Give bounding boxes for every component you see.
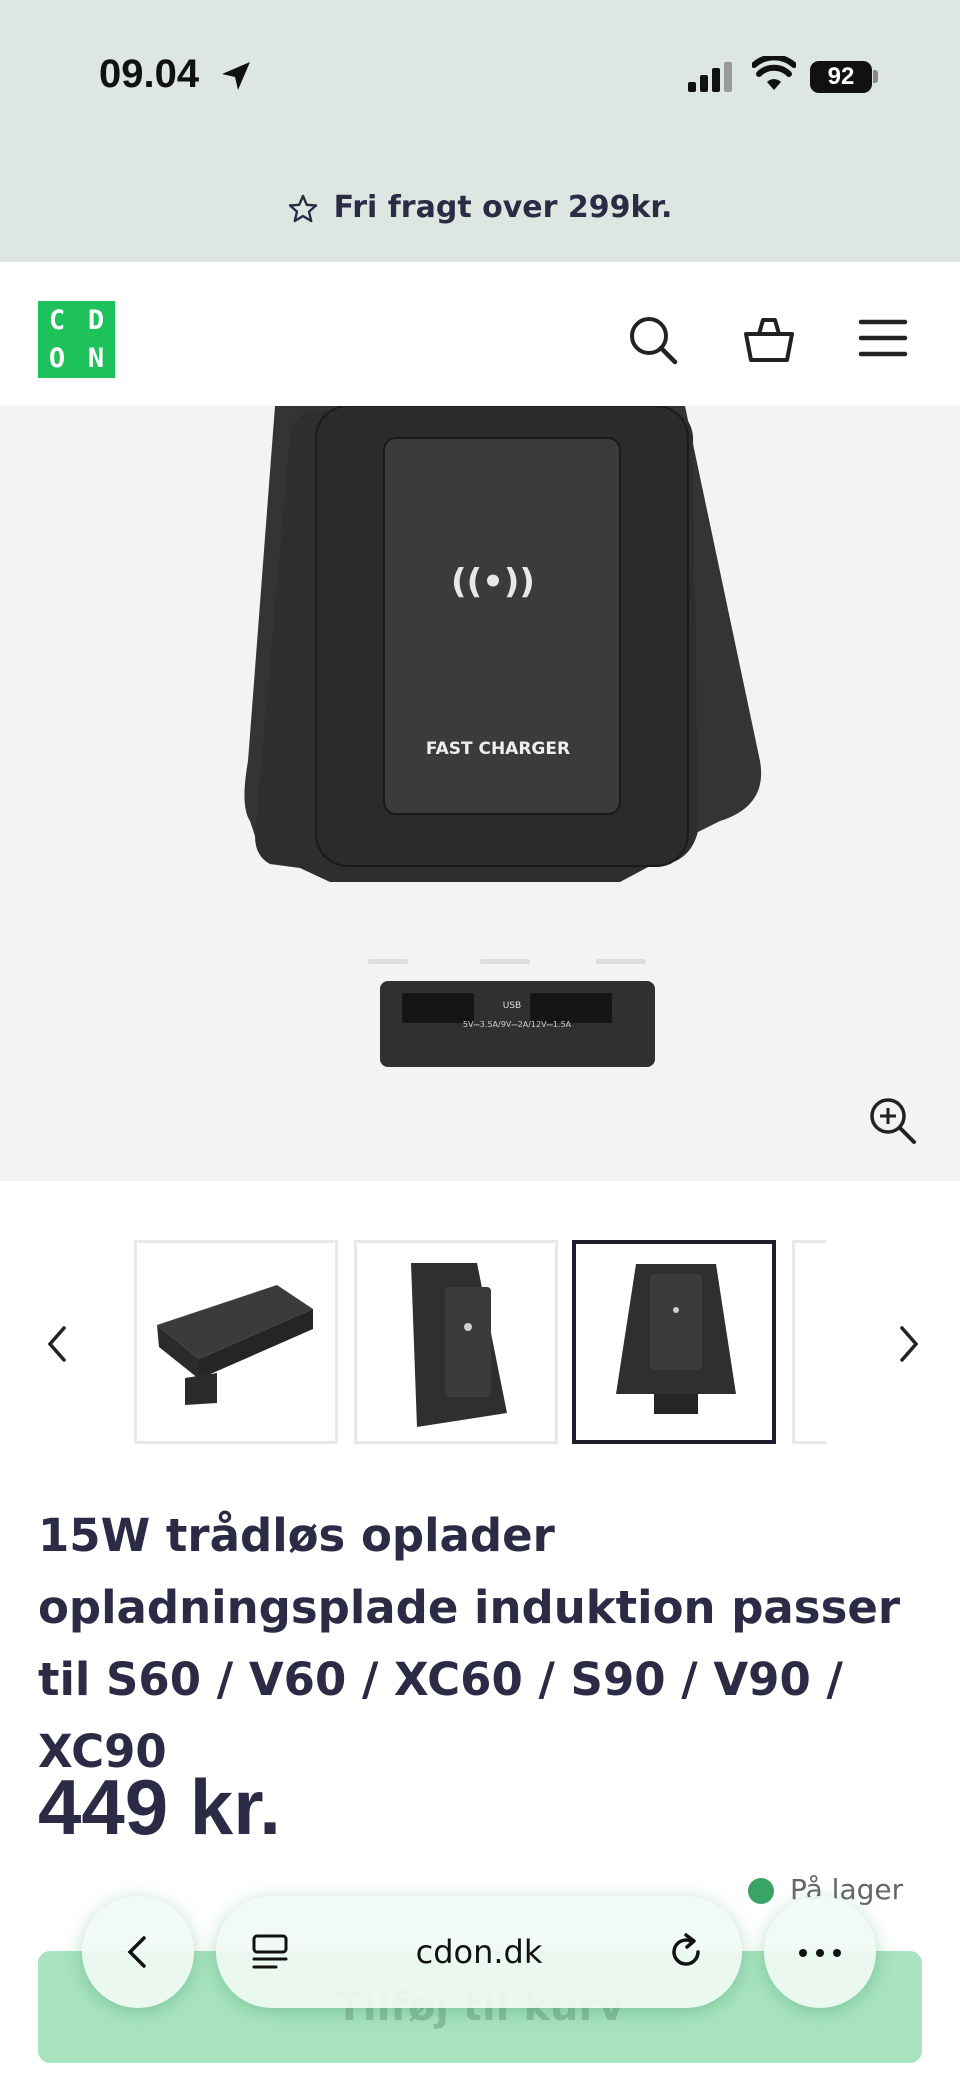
- wireless-symbol: ((•)): [451, 562, 535, 602]
- status-time: 09.04: [99, 52, 200, 96]
- product-main-image[interactable]: ((•)) FAST CHARGER USB 5V⎓3.5A/9V⎓2A/12V…: [0, 406, 960, 1181]
- promo-bar: Fri fragt over 299kr.: [0, 150, 960, 262]
- charger-illustration: ((•)) FAST CHARGER USB 5V⎓3.5A/9V⎓2A/12V…: [244, 406, 762, 1067]
- cdon-logo[interactable]: C D O N: [38, 301, 115, 378]
- browser-toolbar: cdon.dk: [0, 1890, 960, 2010]
- reload-icon[interactable]: [666, 1932, 706, 1972]
- site-header: C D O N: [0, 262, 960, 407]
- battery-tip: [873, 70, 878, 83]
- browser-address-bar[interactable]: cdon.dk: [216, 1896, 742, 2008]
- battery-indicator: 92: [810, 61, 872, 93]
- fast-charger-label: FAST CHARGER: [426, 739, 570, 759]
- location-arrow-icon: [222, 62, 250, 90]
- battery-level: 92: [827, 63, 855, 90]
- cellular-signal-icon: [688, 62, 732, 92]
- thumbnail-image-partial[interactable]: [792, 1240, 826, 1444]
- thumbnail-image-selected[interactable]: [572, 1240, 776, 1444]
- logo-letter: N: [87, 343, 105, 374]
- thumbnail-charger-front: [616, 1264, 736, 1414]
- logo-letter: O: [48, 343, 66, 374]
- star-icon: [288, 194, 317, 222]
- product-title: 15W trådløs oplader opladningsplade indu…: [38, 1509, 901, 1778]
- zoom-in-icon[interactable]: [868, 1096, 918, 1146]
- chevron-left-icon: [127, 1936, 146, 1968]
- promo-text: Fri fragt over 299kr.: [333, 190, 673, 225]
- status-bar: 09.04 92: [0, 0, 960, 150]
- browser-back-button[interactable]: [82, 1896, 194, 2008]
- product-price: 449 kr.: [38, 1763, 281, 1851]
- menu-icon[interactable]: [858, 316, 908, 360]
- thumbnail-charger-side: [411, 1263, 507, 1427]
- basket-icon[interactable]: [742, 314, 796, 368]
- more-dots-icon: [799, 1949, 841, 1957]
- thumbnail-image[interactable]: [354, 1240, 558, 1444]
- logo-letter: C: [48, 305, 66, 336]
- browser-more-button[interactable]: [764, 1896, 876, 2008]
- thumbnail-charger-angled: [157, 1285, 313, 1405]
- browser-url: cdon.dk: [415, 1933, 543, 1971]
- search-icon[interactable]: [627, 314, 681, 368]
- chevron-left-icon[interactable]: [40, 1320, 76, 1368]
- thumbnail-carousel: [0, 1240, 960, 1450]
- port-spec-label: 5V⎓3.5A/9V⎓2A/12V⎓1.5A: [463, 1020, 572, 1029]
- chevron-right-icon[interactable]: [890, 1320, 926, 1368]
- logo-letter: D: [87, 305, 105, 336]
- thumbnail-image[interactable]: [134, 1240, 338, 1444]
- wifi-icon: [752, 56, 796, 90]
- usb-label: USB: [503, 1001, 521, 1011]
